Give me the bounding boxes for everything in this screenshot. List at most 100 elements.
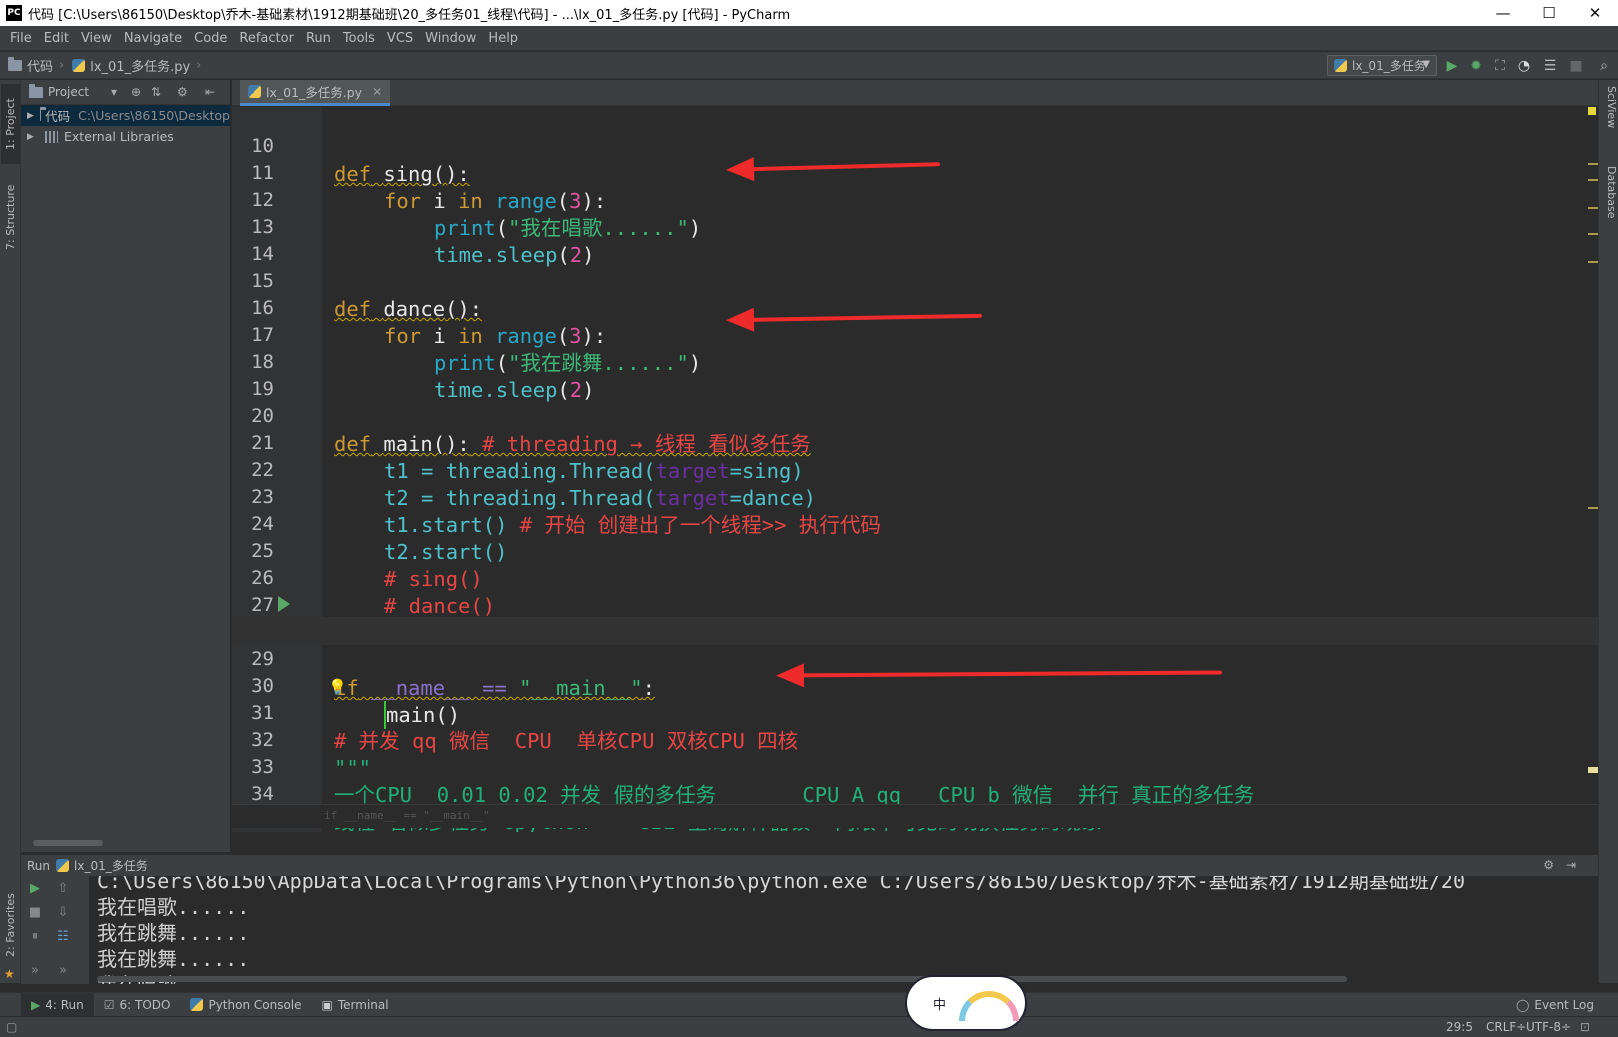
menu-window[interactable]: Window <box>419 31 482 46</box>
more-icon[interactable]: » <box>25 960 45 980</box>
horizontal-scrollbar[interactable] <box>97 976 1347 982</box>
library-icon <box>45 130 58 143</box>
tab-event-log[interactable]: ◯ Event Log <box>1506 993 1604 1017</box>
tool-tab-favorites[interactable]: 2: Favorites <box>1 880 20 970</box>
expand-arrow-icon[interactable]: ▶ <box>27 132 39 142</box>
menu-vcs[interactable]: VCS <box>381 31 419 46</box>
scroll-marker[interactable] <box>1588 767 1598 773</box>
project-panel: Project ▾ ⊕ ⇅ ⚙ ⇤ ▶ 代码 C:\Users\86150\De… <box>21 80 231 852</box>
project-view-select[interactable]: Project <box>48 85 89 99</box>
build-icon[interactable]: ☰ <box>1540 56 1560 76</box>
editor-breadcrumb[interactable]: if __name__ == "__main__" <box>232 804 1598 828</box>
run-configuration-label: lx_01_多任务 <box>1352 59 1426 73</box>
pause-icon[interactable]: ⏸ <box>25 926 45 946</box>
code-line: 32 """ <box>232 698 1598 780</box>
code-line: 26 # dance() <box>232 536 1598 618</box>
tree-item-project-root[interactable]: ▶ 代码 C:\Users\86150\Desktop <box>21 105 230 126</box>
gear-icon[interactable]: ⚙ <box>177 85 188 99</box>
chevron-down-icon[interactable]: ▾ <box>111 85 117 99</box>
file-encoding[interactable]: UTF-8÷ <box>1526 1020 1571 1034</box>
gear-icon[interactable]: ⚙ <box>1543 858 1554 872</box>
scroll-marker[interactable] <box>1588 507 1598 509</box>
python-file-icon <box>72 58 86 72</box>
run-button[interactable]: ▶ <box>1442 56 1462 76</box>
tab-python-console[interactable]: Python Console <box>180 993 311 1017</box>
close-window-button[interactable]: ✕ <box>1572 0 1618 26</box>
rerun-icon[interactable]: ▶ <box>25 878 45 898</box>
more-icon[interactable]: » <box>53 960 73 980</box>
code-line: 16 for i in range(3): <box>232 266 1598 348</box>
tree-item-external-libraries[interactable]: ▶ External Libraries <box>21 126 230 147</box>
inspection-status-icon[interactable] <box>1588 107 1596 115</box>
tab-label: Python Console <box>208 997 302 1012</box>
tab-terminal[interactable]: ▣ Terminal <box>312 993 399 1017</box>
hide-panel-icon[interactable]: ⇤ <box>205 85 215 99</box>
menu-view[interactable]: View <box>75 31 118 46</box>
run-configuration-select[interactable]: lx_01_多任务 ▼ <box>1327 55 1437 76</box>
scroll-marker[interactable] <box>1588 261 1598 263</box>
status-toggle-icon[interactable]: ▢ <box>6 1020 17 1034</box>
editor-scroll-markers[interactable] <box>1588 107 1598 827</box>
profile-icon[interactable]: ◔ <box>1514 56 1534 76</box>
soft-wrap-icon[interactable]: ☷ <box>53 926 73 946</box>
maximize-button[interactable]: ☐ <box>1526 0 1572 26</box>
lock-icon[interactable]: ⊡ <box>1580 1020 1590 1034</box>
locate-icon[interactable]: ⊕ <box>131 85 141 99</box>
hide-panel-icon[interactable]: ⇥ <box>1566 858 1576 872</box>
tool-tab-sciview[interactable]: SciView <box>1600 86 1618 146</box>
menu-run[interactable]: Run <box>300 31 337 46</box>
code-line: 15 def dance(): <box>232 239 1598 321</box>
expand-arrow-icon[interactable]: ▶ <box>27 111 34 121</box>
scroll-marker[interactable] <box>1588 207 1598 209</box>
tab-todo[interactable]: ☑ 6: TODO <box>94 993 181 1017</box>
stop-icon[interactable]: ■ <box>25 902 45 922</box>
menu-refactor[interactable]: Refactor <box>233 31 300 46</box>
tree-item-path: C:\Users\86150\Desktop <box>78 108 230 123</box>
stop-icon[interactable]: ■ <box>1566 56 1586 76</box>
horizontal-scrollbar[interactable] <box>33 840 103 846</box>
code-line: 11 for i in range(3): <box>232 131 1598 213</box>
menu-tools[interactable]: Tools <box>337 31 381 46</box>
collapse-icon[interactable]: ⇅ <box>151 85 161 99</box>
tool-tab-database[interactable]: Database <box>1600 166 1618 236</box>
run-console[interactable]: C:\Users\86150\AppData\Local\Programs\Py… <box>89 876 1598 984</box>
arrow-head <box>775 663 805 688</box>
coverage-icon[interactable]: ⛶ <box>1490 56 1510 76</box>
tool-tab-project[interactable]: 1: Project <box>1 84 20 164</box>
scroll-marker[interactable] <box>1588 163 1598 165</box>
run-gutter-icon[interactable] <box>278 596 290 612</box>
right-tool-strip: SciView Database <box>1598 80 1618 983</box>
menu-file[interactable]: File <box>4 31 38 46</box>
code-editor[interactable]: 10 def sing(): 11 for i in range(3): 12 … <box>232 107 1598 832</box>
tab-run[interactable]: ▶ 4: Run <box>21 992 94 1017</box>
breadcrumb-project[interactable]: 代码 <box>0 56 59 75</box>
tool-tab-structure[interactable]: 7: Structure <box>1 172 20 262</box>
arrow-down-icon[interactable]: ⇩ <box>53 902 73 922</box>
breadcrumb-file[interactable]: lx_01_多任务.py <box>64 56 196 75</box>
minimize-button[interactable]: — <box>1480 0 1526 26</box>
close-icon[interactable]: ✕ <box>372 85 382 99</box>
scroll-marker[interactable] <box>1588 233 1598 235</box>
menu-code[interactable]: Code <box>188 31 233 46</box>
code-line: 13 time.sleep(2) <box>232 185 1598 267</box>
ime-widget[interactable]: 中 <box>905 975 1027 1031</box>
menu-edit[interactable]: Edit <box>38 31 75 46</box>
scroll-marker[interactable] <box>1588 179 1598 181</box>
ime-rainbow-decoration <box>959 991 1019 1021</box>
run-panel-config[interactable]: lx_01_多任务 <box>74 857 148 874</box>
code-line: 34 线程 看似多任务 Cpython>>> GIL 全局解释器锁 肉眼不可见的… <box>232 752 1598 832</box>
editor-tab-file[interactable]: lx_01_多任务.py ✕ <box>240 80 391 106</box>
arrow-up-icon[interactable]: ⇧ <box>53 878 73 898</box>
code-line: 28 if __name__ == "__main__": <box>232 590 1598 700</box>
search-icon[interactable]: ⌕ <box>1594 56 1614 76</box>
breadcrumb-separator: › <box>196 57 202 73</box>
menu-help[interactable]: Help <box>482 31 524 46</box>
line-separator[interactable]: CRLF÷ <box>1486 1020 1526 1034</box>
tab-label: Terminal <box>337 997 389 1012</box>
caret-position[interactable]: 29:5 <box>1446 1020 1473 1034</box>
code-line: 27 <box>232 563 1598 616</box>
debug-icon[interactable]: ✹ <box>1466 56 1486 76</box>
code-line: 23 t1.start() # 开始 创建出了一个线程>> 执行代码 <box>232 455 1598 537</box>
menu-navigate[interactable]: Navigate <box>118 31 188 46</box>
pycharm-logo-icon: PC <box>6 5 22 21</box>
